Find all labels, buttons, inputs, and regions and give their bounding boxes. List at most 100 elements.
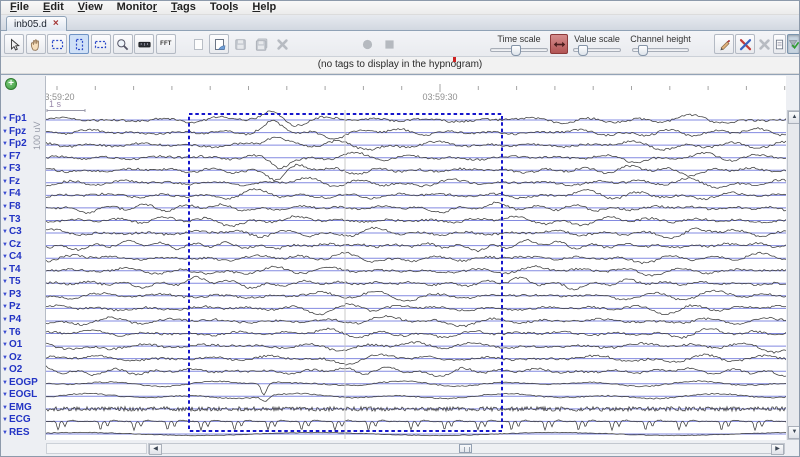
channel-label-eogl[interactable]: ▼EOGL (2, 389, 37, 401)
channel-label-fp2[interactable]: ▼Fp2 (2, 138, 27, 150)
apply-filter-button[interactable] (787, 34, 800, 54)
channel-expand-icon[interactable]: ▼ (2, 380, 8, 386)
scroll-up-icon[interactable]: ▲ (788, 111, 800, 124)
pointer-tool-button[interactable] (4, 34, 24, 54)
channel-label-t3[interactable]: ▼T3 (2, 214, 21, 226)
channel-expand-icon[interactable]: ▼ (2, 191, 8, 197)
menu-item-monitor[interactable]: Monitor (111, 1, 165, 14)
record-button[interactable] (357, 34, 377, 54)
menu-item-view[interactable]: View (72, 1, 111, 14)
value-scale-slider[interactable]: Value scale (573, 34, 621, 54)
channel-expand-icon[interactable]: ▼ (2, 179, 8, 185)
document-info-button[interactable] (773, 34, 786, 54)
hypnogram-bar[interactable]: (no tags to display in the hypnogram) (1, 57, 799, 74)
menu-item-tags[interactable]: Tags (165, 1, 204, 14)
zoom-tool-button[interactable] (113, 34, 133, 54)
channel-expand-icon[interactable]: ▼ (2, 292, 8, 298)
channel-expand-icon[interactable]: ▼ (2, 267, 8, 273)
channel-expand-icon[interactable]: ▼ (2, 430, 8, 436)
tab-close-icon[interactable]: × (53, 19, 59, 29)
channel-expand-icon[interactable]: ▼ (2, 154, 8, 160)
new-document-button[interactable] (188, 34, 208, 54)
channel-expand-icon[interactable]: ▼ (2, 367, 8, 373)
channel-label-f3[interactable]: ▼F3 (2, 163, 21, 175)
scroll-down-icon[interactable]: ▼ (788, 426, 800, 439)
channel-label-eogp[interactable]: ▼EOGP (2, 377, 38, 389)
channel-label-t6[interactable]: ▼T6 (2, 327, 21, 339)
channel-label-p3[interactable]: ▼P3 (2, 289, 21, 301)
channel-label-fp1[interactable]: ▼Fp1 (2, 113, 27, 125)
montage-tools-button[interactable] (735, 34, 755, 54)
channel-label-res[interactable]: ▼RES (2, 427, 30, 439)
channel-label-fpz[interactable]: ▼Fpz (2, 126, 26, 138)
close-document-button[interactable] (272, 34, 292, 54)
remove-montage-button[interactable] (756, 34, 772, 54)
page-preview-button[interactable] (209, 34, 229, 54)
channel-expand-icon[interactable]: ▼ (2, 217, 8, 223)
channel-expand-icon[interactable]: ▼ (2, 392, 8, 398)
channel-label-p4[interactable]: ▼P4 (2, 314, 21, 326)
channel-label-t4[interactable]: ▼T4 (2, 264, 21, 276)
save-button[interactable] (230, 34, 250, 54)
channel-expand-icon[interactable]: ▼ (2, 417, 8, 423)
channel-label-f7[interactable]: ▼F7 (2, 151, 21, 163)
time-scale-slider[interactable]: Time scale (490, 34, 548, 54)
rect-select-tool-button[interactable] (47, 34, 67, 54)
channel-expand-icon[interactable]: ▼ (2, 116, 8, 122)
h-scrollbar-thumb[interactable] (459, 444, 472, 453)
slider-track[interactable] (573, 48, 621, 52)
channel-expand-icon[interactable]: ▼ (2, 254, 8, 260)
slider-track[interactable] (490, 48, 548, 52)
menu-item-help[interactable]: Help (246, 1, 284, 14)
channel-label-o1[interactable]: ▼O1 (2, 339, 22, 351)
time-select-tool-button[interactable] (69, 34, 89, 54)
tab-inb05[interactable]: inb05.d × (6, 16, 67, 31)
pan-tool-button[interactable] (26, 34, 46, 54)
measure-tool-button[interactable] (134, 34, 154, 54)
fft-tool-button[interactable]: FFT (156, 34, 176, 54)
menu-item-tools[interactable]: Tools (204, 1, 247, 14)
slider-thumb[interactable] (638, 45, 648, 56)
channel-label-c4[interactable]: ▼C4 (2, 251, 22, 263)
channel-label-fz[interactable]: ▼Fz (2, 176, 20, 188)
signal-traces[interactable]: 03:59:2003:59:301 s (46, 76, 786, 440)
save-all-button[interactable] (251, 34, 271, 54)
vertical-scrollbar[interactable]: ▲ ▼ (787, 110, 800, 440)
channel-label-emg[interactable]: ▼EMG (2, 402, 32, 414)
channel-expand-icon[interactable]: ▼ (2, 355, 8, 361)
slider-thumb[interactable] (511, 45, 521, 56)
edit-montage-button[interactable] (714, 34, 734, 54)
menu-item-edit[interactable]: Edit (37, 1, 72, 14)
channel-label-o2[interactable]: ▼O2 (2, 364, 22, 376)
channel-expand-icon[interactable]: ▼ (2, 166, 8, 172)
channel-expand-icon[interactable]: ▼ (2, 242, 8, 248)
slider-thumb[interactable] (578, 45, 588, 56)
channel-label-f8[interactable]: ▼F8 (2, 201, 21, 213)
channel-expand-icon[interactable]: ▼ (2, 317, 8, 323)
channel-expand-icon[interactable]: ▼ (2, 141, 8, 147)
channel-expand-icon[interactable]: ▼ (2, 129, 8, 135)
menu-item-file[interactable]: File (4, 1, 37, 14)
fit-time-button-button[interactable] (550, 34, 568, 54)
channel-select-tool-button[interactable] (91, 34, 111, 54)
scroll-left-icon[interactable]: ◀ (149, 444, 162, 455)
channel-label-oz[interactable]: ▼Oz (2, 352, 22, 364)
signal-canvas[interactable]: 03:59:2003:59:301 s (45, 76, 786, 440)
channel-label-c3[interactable]: ▼C3 (2, 226, 22, 238)
channel-expand-icon[interactable]: ▼ (2, 204, 8, 210)
channel-expand-icon[interactable]: ▼ (2, 330, 8, 336)
channel-label-pz[interactable]: ▼Pz (2, 301, 21, 313)
channel-label-t5[interactable]: ▼T5 (2, 276, 21, 288)
channel-expand-icon[interactable]: ▼ (2, 405, 8, 411)
channel-label-ecg[interactable]: ▼ECG (2, 414, 31, 426)
channel-height-slider[interactable]: Channel height (632, 34, 689, 54)
channel-expand-icon[interactable]: ▼ (2, 229, 8, 235)
scroll-right-icon[interactable]: ▶ (771, 444, 784, 455)
slider-track[interactable] (632, 48, 689, 52)
channel-label-f4[interactable]: ▼F4 (2, 188, 21, 200)
channel-expand-icon[interactable]: ▼ (2, 279, 8, 285)
horizontal-scrollbar[interactable]: ◀ ▶ (148, 443, 785, 454)
channel-expand-icon[interactable]: ▼ (2, 304, 8, 310)
channel-label-cz[interactable]: ▼Cz (2, 239, 21, 251)
stop-button[interactable] (379, 34, 399, 54)
